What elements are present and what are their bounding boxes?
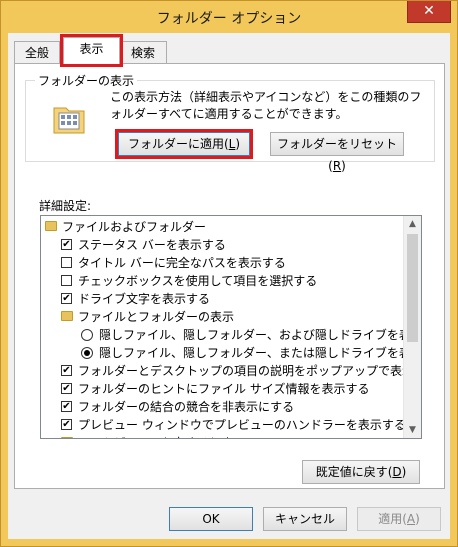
checkbox[interactable]: ✔ xyxy=(61,239,72,250)
settings-item-label: フォルダーの結合の競合を非表示にする xyxy=(78,400,295,414)
restore-defaults-label: 既定値に戻す( xyxy=(315,465,393,479)
settings-item-label: ステータス バーを表示する xyxy=(78,238,226,252)
checkbox[interactable]: ✔ xyxy=(61,419,72,430)
advanced-settings-list[interactable]: ファイルおよびフォルダー ✔ ステータス バーを表示するタイトル バーに完全なパスを… xyxy=(40,215,422,439)
tab-general[interactable]: 全般 xyxy=(14,41,60,63)
radio-button[interactable] xyxy=(81,329,93,341)
restore-defaults-button[interactable]: 既定値に戻す(D) xyxy=(302,460,420,484)
vertical-scrollbar[interactable]: ▲ ▼ xyxy=(403,216,421,438)
restore-defaults-end: ) xyxy=(401,465,407,479)
apply-accesskey: A xyxy=(406,512,416,526)
apply-end: ) xyxy=(415,512,420,526)
window-title: フォルダー オプション xyxy=(156,11,302,27)
tab-search[interactable]: 検索 xyxy=(119,41,167,63)
advanced-settings-label: 詳細設定: xyxy=(39,199,92,213)
scroll-up-icon[interactable]: ▲ xyxy=(404,216,421,232)
close-button[interactable]: ✕ xyxy=(407,1,451,23)
reset-folders-accesskey: R xyxy=(332,159,342,173)
checkbox[interactable] xyxy=(61,275,72,286)
settings-item-label: プレビュー ウィンドウでプレビューのハンドラーを表示する xyxy=(78,418,406,432)
settings-item-label: チェックボックスを使用して項目を選択する xyxy=(78,274,318,288)
scroll-down-icon[interactable]: ▼ xyxy=(404,422,421,438)
checkbox[interactable]: ✔ xyxy=(61,365,72,376)
restore-defaults-accesskey: D xyxy=(392,465,402,479)
folder-views-icon xyxy=(53,107,85,134)
ok-button[interactable]: OK xyxy=(169,507,253,531)
group-description: この表示方法（詳細表示やアイコンなど）をこの種類のフォルダーすべてに適用すること… xyxy=(110,90,422,121)
title-bar[interactable]: フォルダー オプション ✕ xyxy=(1,1,457,33)
apply-label: 適用( xyxy=(378,512,407,526)
reset-folders-button[interactable]: フォルダーをリセット(R) xyxy=(270,132,404,173)
settings-item-label: タイトル バーに完全なパスを表示する xyxy=(78,256,286,270)
apply-to-folders-button[interactable]: フォルダーに適用(L) xyxy=(115,129,253,159)
folder-options-window: フォルダー オプション ✕ 全般 表示 検索 フォルダーの表示 この表示方法（詳… xyxy=(0,0,458,547)
scrollbar-thumb[interactable] xyxy=(407,234,418,342)
settings-item-label: ファイルおよびフォルダー xyxy=(62,220,207,234)
apply-button[interactable]: 適用(A) xyxy=(357,507,441,531)
tab-view[interactable]: 表示 xyxy=(60,34,123,67)
checkbox[interactable] xyxy=(61,257,72,268)
folder-icon xyxy=(45,221,57,231)
settings-item-label: リストビューで入力するとき xyxy=(78,434,233,438)
settings-item-label: ドライブ文字を表示する xyxy=(78,292,211,306)
apply-to-folders-label: フォルダーに適用( xyxy=(127,137,229,151)
settings-item-label: 隠しファイル、隠しフォルダー、または隠しドライブを表示しない xyxy=(99,346,421,360)
folder-icon xyxy=(61,311,73,321)
settings-item-label: 隠しファイル、隠しフォルダー、および隠しドライブを表示する xyxy=(99,328,422,342)
checkbox[interactable]: ✔ xyxy=(61,383,72,394)
folder-icon xyxy=(61,437,73,438)
settings-item-label: フォルダーのヒントにファイル サイズ情報を表示する xyxy=(78,382,370,396)
group-title: フォルダーの表示 xyxy=(35,72,138,89)
apply-to-folders-end: ) xyxy=(235,137,241,151)
checkbox[interactable]: ✔ xyxy=(61,293,72,304)
radio-button[interactable] xyxy=(81,347,93,359)
reset-folders-end: ) xyxy=(341,159,346,173)
settings-item-label: ファイルとフォルダーの表示 xyxy=(78,310,235,324)
settings-item-label: フォルダーとデスクトップの項目の説明をポップアップで表示する xyxy=(78,364,422,378)
checkbox[interactable]: ✔ xyxy=(61,401,72,412)
cancel-button[interactable]: キャンセル xyxy=(263,507,347,531)
